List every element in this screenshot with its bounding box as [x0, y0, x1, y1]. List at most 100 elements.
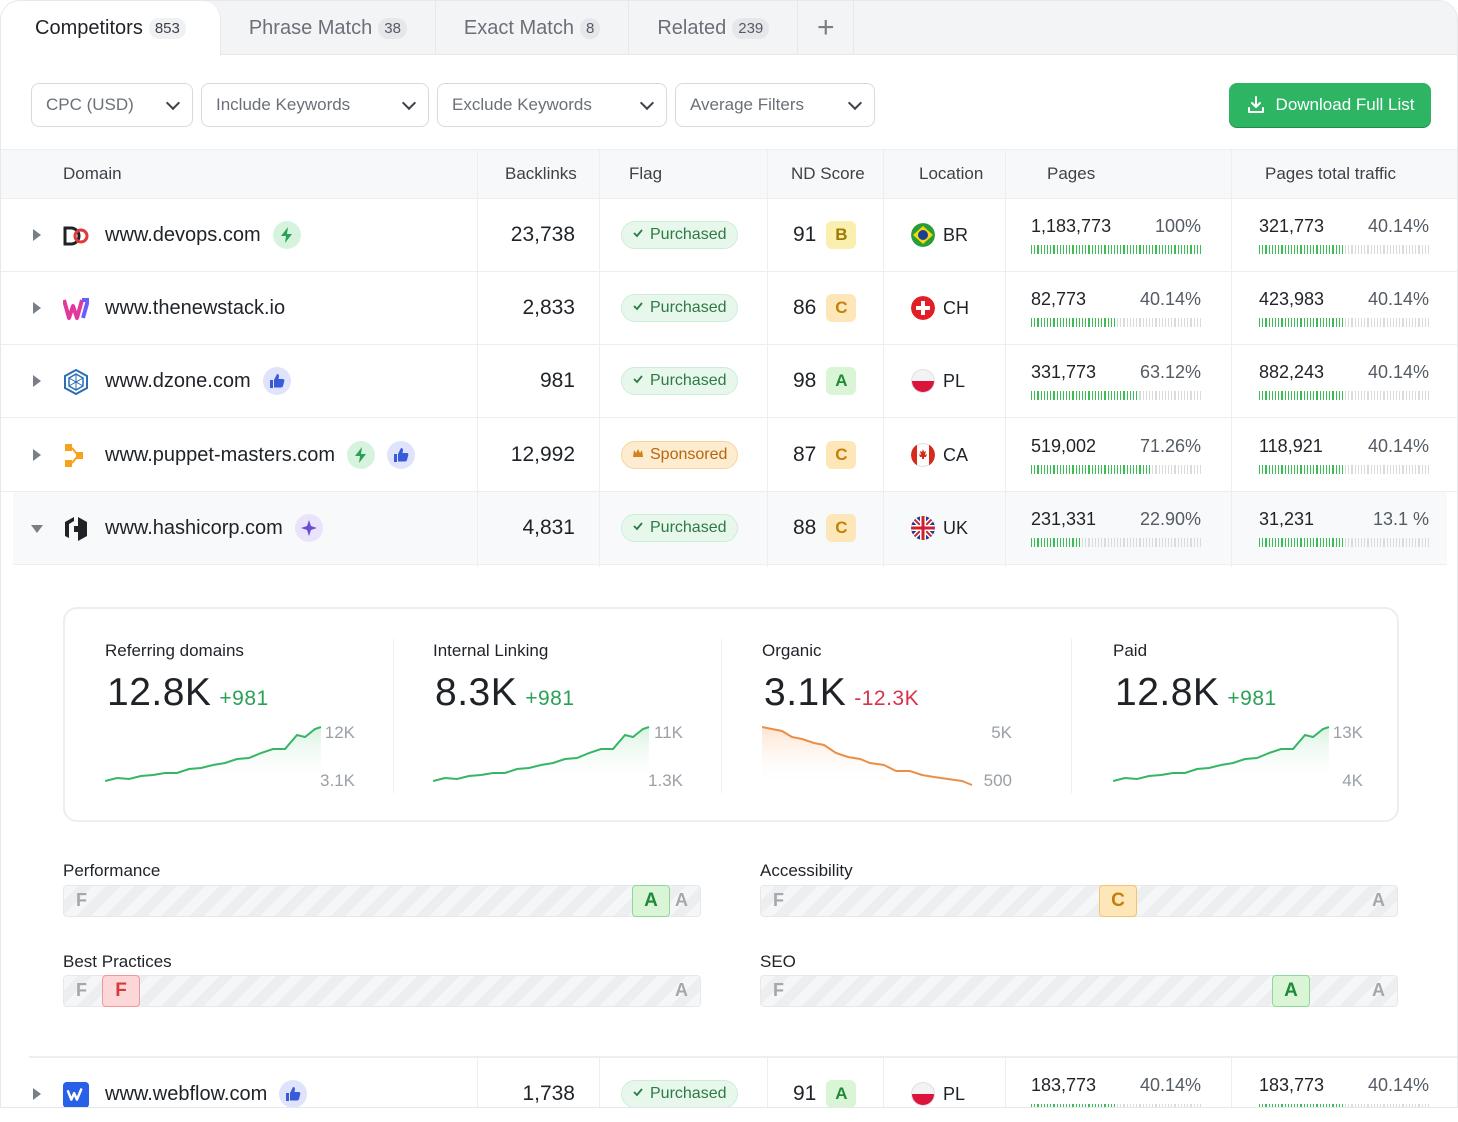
column-header-pages[interactable]: Pages [1047, 150, 1095, 198]
progress-tick [1075, 318, 1077, 327]
progress-tick [1357, 538, 1359, 547]
progress-tick [1303, 465, 1305, 474]
progress-tick [1424, 465, 1426, 474]
tab-phrase-match[interactable]: Phrase Match 38 [221, 1, 436, 55]
expand-caret-icon[interactable] [33, 449, 41, 461]
location-cell: CH [911, 272, 969, 344]
progress-tick [1408, 245, 1410, 254]
download-full-list-button[interactable]: Download Full List [1229, 83, 1431, 127]
progress-tick [1075, 245, 1077, 254]
progress-tick [1325, 1104, 1328, 1107]
progress-tick [1161, 245, 1163, 254]
domain-link[interactable]: www.thenewstack.io [105, 297, 285, 320]
progress-tick [1088, 465, 1090, 474]
progress-tick [1278, 245, 1280, 254]
progress-tick [1281, 1104, 1283, 1107]
progress-tick [1078, 391, 1080, 400]
scale-high-label: A [675, 980, 688, 1000]
traffic-value: 183,773 [1259, 1075, 1325, 1095]
tab-competitors[interactable]: Competitors 853 [1, 1, 221, 56]
progress-tick [1294, 465, 1296, 474]
progress-tick [1364, 245, 1366, 254]
progress-tick [1392, 391, 1395, 400]
domain-link[interactable]: www.devops.com [105, 224, 261, 247]
exclude-keywords-select[interactable]: Exclude Keywords [437, 83, 667, 127]
progress-tick [1062, 465, 1065, 474]
progress-tick [1104, 391, 1106, 400]
table-row[interactable]: www.devops.com 23,738 Purchased 91 B BR 1,183,… [1, 199, 1457, 272]
progress-tick [1396, 1104, 1398, 1107]
cpc-filter-select[interactable]: CPC (USD) [31, 83, 193, 127]
tab-related[interactable]: Related 239 [629, 1, 799, 55]
table-row[interactable]: www.puppet-masters.com 12,992 Sponsored 87 C… [1, 419, 1457, 492]
plus-icon[interactable]: + [798, 1, 855, 55]
competitors-panel: Competitors 853 Phrase Match 38 Exact Ma… [0, 0, 1458, 1108]
progress-tick [1120, 245, 1122, 254]
progress-bar [1031, 318, 1202, 327]
progress-tick [1348, 318, 1350, 327]
progress-tick [1383, 538, 1385, 547]
progress-tick [1373, 318, 1375, 327]
progress-tick [1056, 465, 1058, 474]
progress-tick [1094, 318, 1096, 327]
progress-tick [1101, 465, 1103, 474]
country-flag-icon [911, 223, 935, 247]
progress-tick [1199, 1104, 1202, 1107]
progress-tick [1265, 318, 1267, 327]
progress-tick [1164, 465, 1167, 474]
progress-tick [1062, 318, 1065, 327]
progress-tick [1376, 538, 1379, 547]
expand-caret-icon[interactable] [33, 302, 41, 314]
progress-tick [1268, 1104, 1270, 1107]
progress-bar [1031, 538, 1202, 547]
progress-tick [1187, 465, 1189, 474]
progress-tick [1110, 318, 1112, 327]
domain-link[interactable]: www.hashicorp.com [105, 517, 283, 540]
progress-tick [1329, 465, 1331, 474]
column-header-flag[interactable]: Flag [629, 150, 662, 198]
progress-tick [1274, 465, 1277, 474]
progress-tick [1091, 318, 1093, 327]
table-row[interactable]: www.dzone.com 981 Purchased 98 A PL 331,773 63.… [1, 345, 1457, 418]
progress-tick [1274, 391, 1277, 400]
progress-tick [1133, 245, 1135, 254]
location-cell: PL [911, 345, 965, 417]
progress-tick [1345, 245, 1347, 254]
progress-tick [1402, 1104, 1404, 1107]
include-keywords-select[interactable]: Include Keywords [201, 83, 429, 127]
expand-caret-icon[interactable] [33, 1088, 41, 1100]
column-header-nd-score[interactable]: ND Score [791, 150, 865, 198]
progress-tick [1196, 318, 1198, 327]
column-header-domain[interactable]: Domain [63, 150, 122, 198]
column-header-pages-total-traffic[interactable]: Pages total traffic [1265, 150, 1396, 198]
progress-tick [1059, 1104, 1061, 1107]
progress-tick [1262, 465, 1264, 474]
sparkle-icon [294, 514, 323, 542]
column-header-location[interactable]: Location [919, 150, 983, 198]
progress-tick [1145, 538, 1147, 547]
progress-tick [1059, 245, 1061, 254]
progress-tick [1196, 391, 1198, 400]
country-code: PL [943, 370, 966, 391]
tab-exact-match[interactable]: Exact Match 8 [436, 1, 630, 55]
column-header-backlinks[interactable]: Backlinks [505, 150, 577, 198]
progress-tick [1190, 1104, 1192, 1107]
progress-tick [1142, 538, 1144, 547]
average-filters-select[interactable]: Average Filters [675, 83, 875, 127]
domain-link[interactable]: www.dzone.com [105, 370, 251, 393]
progress-tick [1037, 318, 1039, 327]
progress-tick [1056, 538, 1058, 547]
table-row[interactable]: www.thenewstack.io 2,833 Purchased 86 C CH 82,… [1, 272, 1457, 345]
country-flag-icon [911, 516, 935, 540]
collapse-caret-icon[interactable] [31, 525, 43, 533]
expand-caret-icon[interactable] [33, 229, 41, 241]
progress-tick [1078, 318, 1080, 327]
progress-tick [1053, 318, 1055, 327]
progress-tick [1427, 538, 1430, 547]
table-row[interactable]: www.webflow.com 1,738 Purchased 91 A PL 183,77… [1, 1058, 1457, 1107]
domain-link[interactable]: www.puppet-masters.com [105, 444, 335, 467]
progress-tick [1329, 1104, 1331, 1107]
progress-tick [1271, 465, 1273, 474]
domain-link[interactable]: www.webflow.com [105, 1083, 267, 1106]
expand-caret-icon[interactable] [33, 375, 41, 387]
